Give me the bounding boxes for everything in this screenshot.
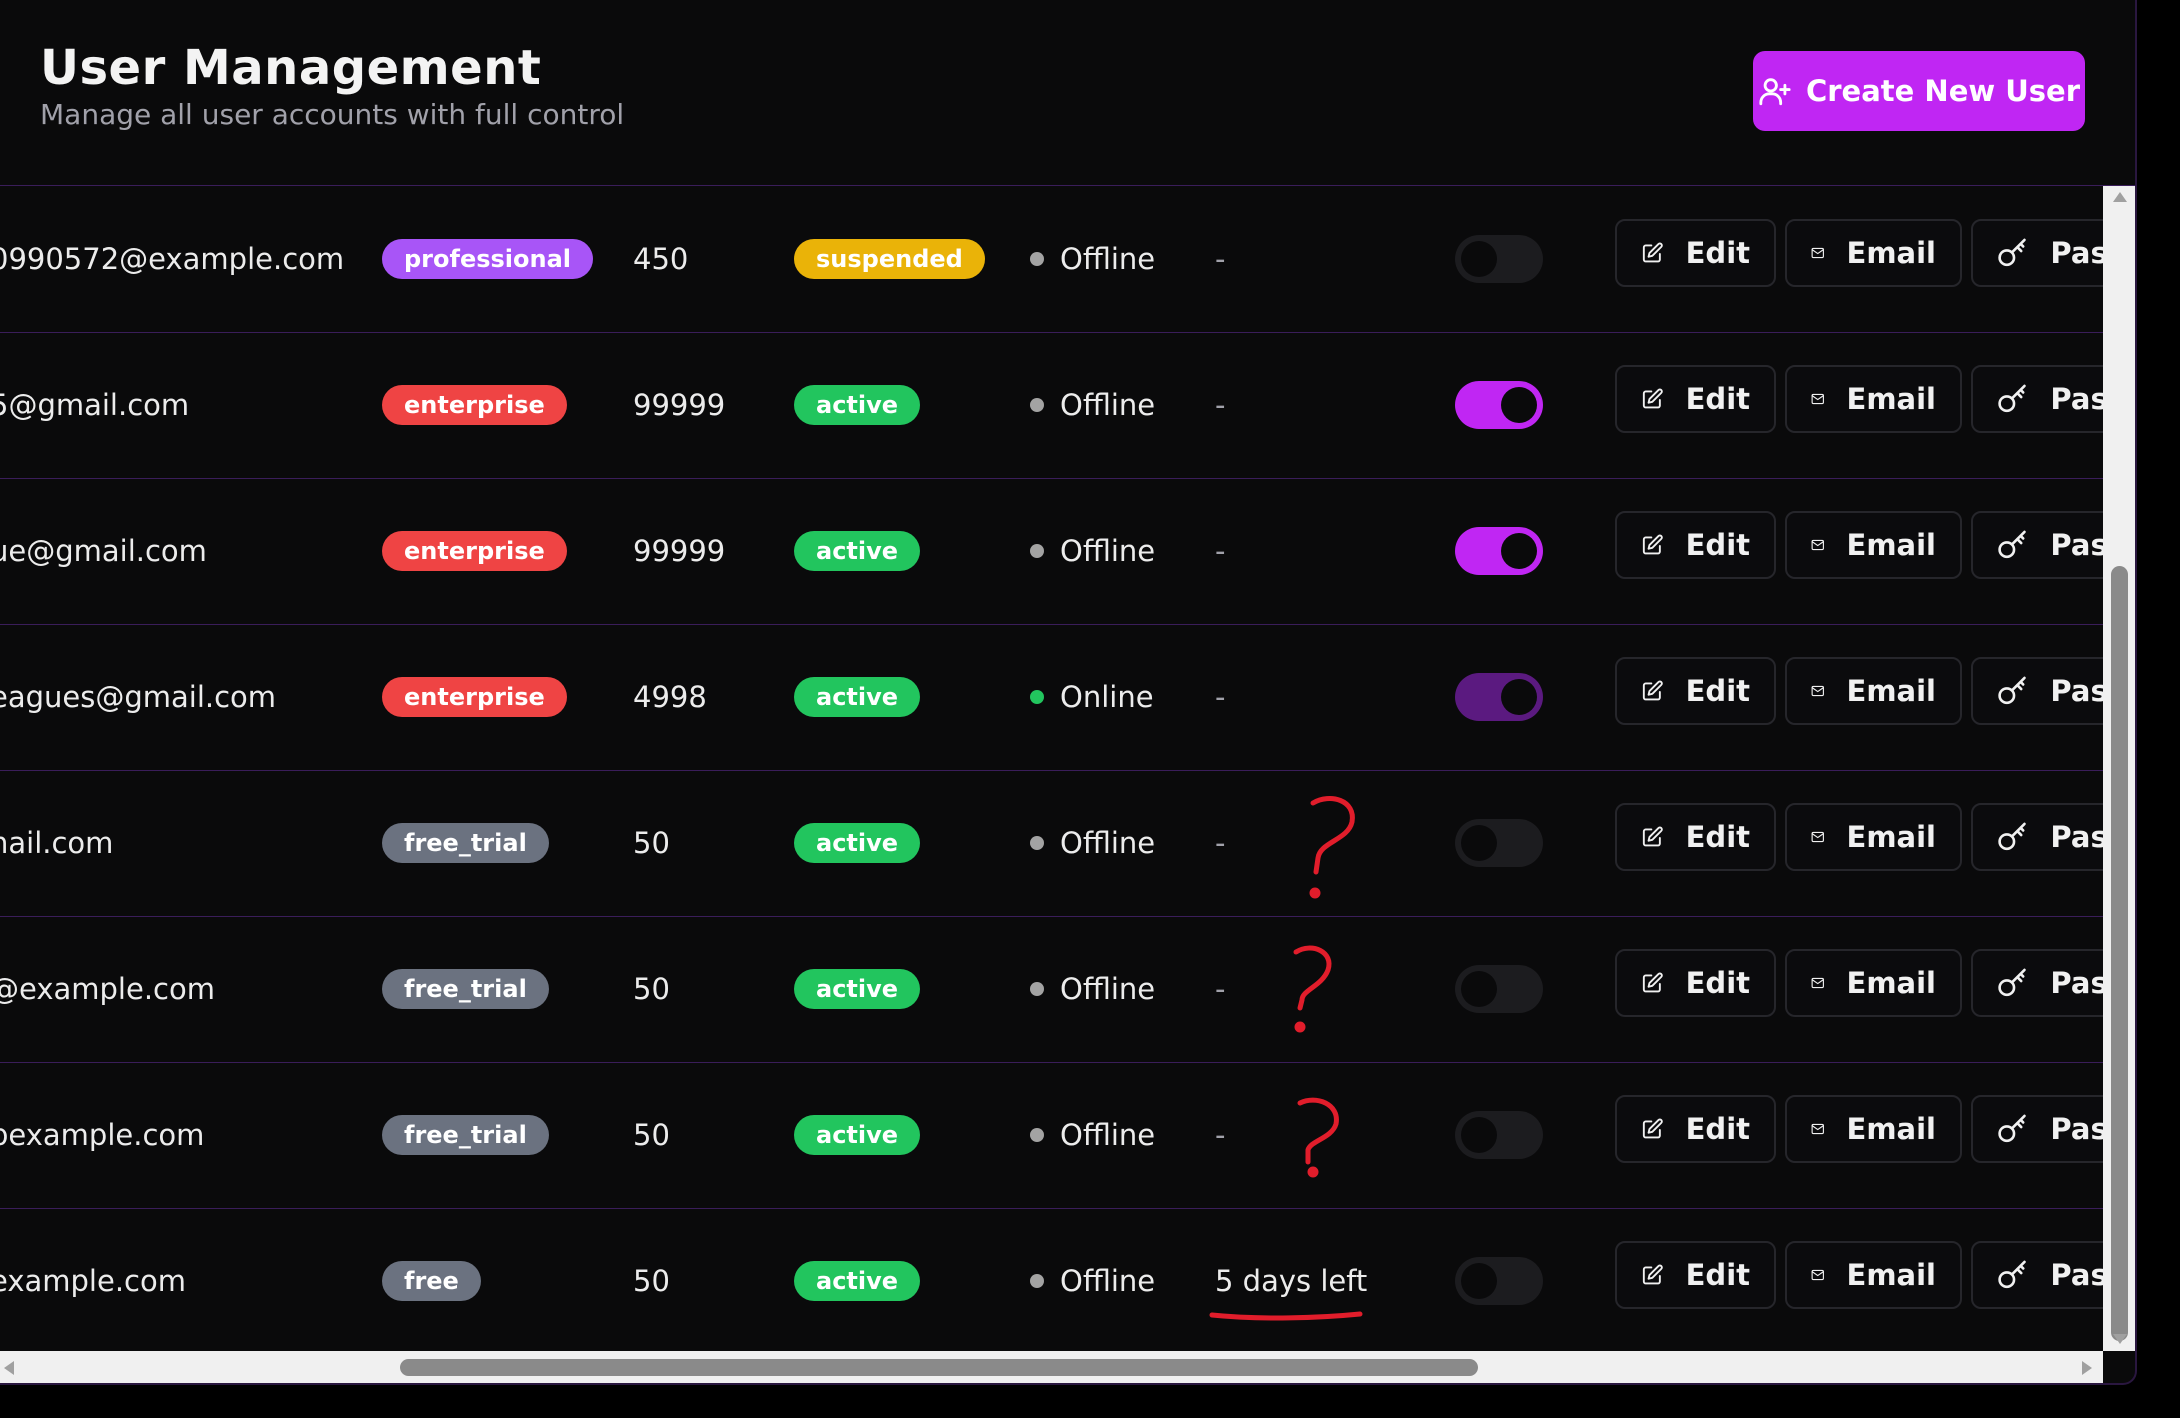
question-mark-2-dot (1294, 1021, 1306, 1033)
trial-underline (1209, 1311, 1363, 1321)
question-mark-2 (1293, 945, 1332, 1011)
question-mark-3-dot (1307, 1166, 1319, 1178)
question-mark-1 (1310, 796, 1355, 875)
annotation-layer (1209, 796, 1363, 1321)
question-mark-1-dot (1309, 887, 1321, 899)
question-mark-3 (1297, 1097, 1339, 1165)
